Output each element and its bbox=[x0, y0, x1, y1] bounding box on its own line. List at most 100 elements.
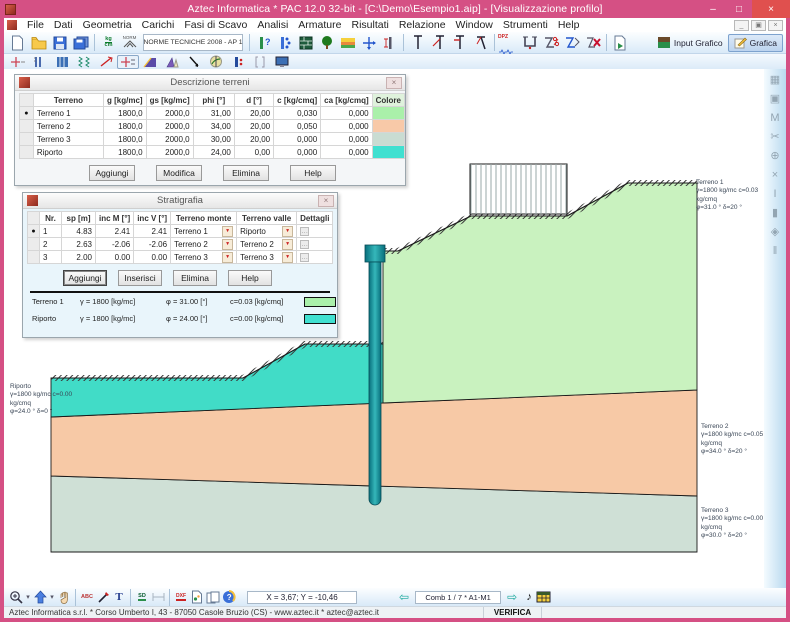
dettagli-button[interactable]: … bbox=[300, 253, 309, 262]
phase-percent-icon[interactable] bbox=[540, 33, 561, 52]
pile-query-icon[interactable]: ? bbox=[253, 33, 274, 52]
dpz-icon[interactable]: DPZ bbox=[498, 33, 519, 52]
row-selector[interactable]: ● bbox=[28, 225, 40, 238]
clamp-icon[interactable] bbox=[519, 33, 540, 52]
new-file-icon[interactable] bbox=[7, 33, 28, 52]
elimina-button[interactable]: Elimina bbox=[223, 165, 269, 181]
menu-help[interactable]: Help bbox=[553, 19, 585, 31]
pile-strut-icon[interactable] bbox=[449, 33, 470, 52]
pointer-dart-icon[interactable] bbox=[95, 590, 111, 604]
dimension-icon[interactable] bbox=[150, 590, 166, 604]
dropdown-icon[interactable]: ▼ bbox=[222, 252, 233, 263]
zoom-extents-icon[interactable] bbox=[32, 590, 48, 604]
print-preview-icon[interactable] bbox=[205, 590, 221, 604]
material-icon[interactable]: M bbox=[770, 113, 779, 124]
section-view-icon[interactable] bbox=[117, 55, 139, 69]
abc-check-icon[interactable]: ABC bbox=[79, 590, 95, 604]
menu-file[interactable]: File bbox=[22, 19, 49, 31]
dialog-close-icon[interactable]: × bbox=[318, 195, 334, 207]
dropdown-icon[interactable]: ▼ bbox=[282, 226, 293, 237]
pile-view-icon[interactable] bbox=[29, 55, 51, 69]
screen-icon[interactable] bbox=[271, 55, 293, 69]
help-button[interactable]: Help bbox=[228, 270, 272, 286]
slope-icon[interactable] bbox=[139, 55, 161, 69]
menu-carichi[interactable]: Carichi bbox=[137, 19, 180, 31]
menu-fasi-di-scavo[interactable]: Fasi di Scavo bbox=[179, 19, 252, 31]
note-icon[interactable]: ♪ bbox=[523, 590, 535, 604]
sd-icon[interactable]: SD bbox=[134, 590, 150, 604]
save-all-icon[interactable] bbox=[70, 33, 91, 52]
dropdown-icon[interactable]: ▼ bbox=[222, 239, 233, 250]
table-icon[interactable] bbox=[535, 590, 551, 604]
save-icon[interactable] bbox=[49, 33, 70, 52]
menu-armature[interactable]: Armature bbox=[293, 19, 346, 31]
aggiungi-button[interactable]: Aggiungi bbox=[89, 165, 135, 181]
menu-geometria[interactable]: Geometria bbox=[78, 19, 137, 31]
units-kgcm-icon[interactable]: kgcm bbox=[98, 33, 119, 52]
dettagli-button[interactable]: … bbox=[300, 240, 309, 249]
menu-analisi[interactable]: Analisi bbox=[252, 19, 293, 31]
pressure-icon[interactable] bbox=[227, 55, 249, 69]
table-row[interactable]: 2 2.63 -2.06 -2.06 Terreno 2▼ Terreno 2▼… bbox=[28, 238, 333, 251]
wall-view-icon[interactable] bbox=[51, 55, 73, 69]
menu-relazione[interactable]: Relazione bbox=[394, 19, 451, 31]
profile-view-icon[interactable] bbox=[7, 55, 29, 69]
dxf-export-icon[interactable]: DXF bbox=[173, 590, 189, 604]
dettagli-button[interactable]: … bbox=[300, 227, 309, 236]
springs-icon[interactable] bbox=[73, 55, 95, 69]
pile-inclined-icon[interactable] bbox=[470, 33, 491, 52]
menu-dati[interactable]: Dati bbox=[49, 19, 78, 31]
mdi-minimize-button[interactable]: _ bbox=[734, 20, 749, 31]
inserisci-button[interactable]: Inserisci bbox=[118, 270, 162, 286]
dropdown-icon[interactable]: ▼ bbox=[222, 226, 233, 237]
minimize-button[interactable]: – bbox=[700, 0, 726, 18]
image-export-icon[interactable] bbox=[189, 590, 205, 604]
table-row[interactable]: 3 2.00 0.00 0.00 Terreno 3▼ Terreno 3▼ … bbox=[28, 251, 333, 264]
table-row[interactable]: Terreno 3 1800,0 2000,0 30,00 20,00 0,00… bbox=[20, 133, 405, 146]
pan-hand-icon[interactable] bbox=[56, 590, 72, 604]
row-selector[interactable] bbox=[28, 238, 40, 251]
aggiungi-button[interactable]: Aggiungi bbox=[63, 270, 107, 286]
pile-dimension-icon[interactable] bbox=[379, 33, 400, 52]
globe-icon[interactable]: ⊕ bbox=[770, 151, 779, 162]
wall-icon[interactable] bbox=[295, 33, 316, 52]
table-row[interactable]: ● 1 4.83 2.41 2.41 Terreno 1▼ Riporto▼ … bbox=[28, 225, 333, 238]
delete-icon[interactable]: × bbox=[772, 170, 778, 181]
pile-nodes-icon[interactable] bbox=[274, 33, 295, 52]
vector-icon[interactable] bbox=[183, 55, 205, 69]
norm-selector[interactable]: NORME TECNICHE 2008 - AP 1 bbox=[143, 34, 243, 51]
mdi-restore-button[interactable]: ▣ bbox=[751, 20, 766, 31]
image-icon[interactable]: ▣ bbox=[770, 94, 780, 105]
modifica-button[interactable]: Modifica bbox=[156, 165, 202, 181]
input-grafico-button[interactable]: Input Grafico bbox=[652, 34, 728, 52]
text-cursor-icon[interactable]: I bbox=[773, 189, 776, 200]
mdi-close-button[interactable]: × bbox=[768, 20, 783, 31]
table-row[interactable]: ● Terreno 1 1800,0 2000,0 31,00 20,00 0,… bbox=[20, 107, 405, 120]
dialog-close-icon[interactable]: × bbox=[386, 77, 402, 89]
pause-icon[interactable]: ‖ bbox=[773, 246, 778, 257]
grid-icon[interactable]: ▦ bbox=[770, 75, 780, 86]
next-combination-button[interactable]: ⇨ bbox=[507, 591, 517, 603]
maximize-button[interactable]: □ bbox=[726, 0, 752, 18]
dropdown-icon[interactable]: ▼ bbox=[282, 239, 293, 250]
normative-icon[interactable]: NORM bbox=[119, 33, 140, 52]
tree-icon[interactable] bbox=[316, 33, 337, 52]
anchor-view-icon[interactable] bbox=[95, 55, 117, 69]
row-selector[interactable]: ● bbox=[20, 107, 34, 120]
table-row[interactable]: Terreno 2 1800,0 2000,0 34,00 20,00 0,05… bbox=[20, 120, 405, 133]
grafica-button[interactable]: Grafica bbox=[728, 34, 783, 52]
prev-combination-button[interactable]: ⇦ bbox=[399, 591, 409, 603]
dialog-title-bar[interactable]: Descrizione terreni × bbox=[15, 75, 405, 91]
menu-window[interactable]: Window bbox=[451, 19, 498, 31]
help-button[interactable]: Help bbox=[290, 165, 336, 181]
pile-anchor-icon[interactable] bbox=[428, 33, 449, 52]
dialog-title-bar[interactable]: Stratigrafia × bbox=[23, 193, 337, 209]
phase-edit-icon[interactable] bbox=[561, 33, 582, 52]
row-selector[interactable] bbox=[28, 251, 40, 264]
combination-display[interactable]: Comb 1 / 7 * A1-M1 bbox=[415, 591, 501, 604]
axes-icon[interactable] bbox=[358, 33, 379, 52]
close-button[interactable]: × bbox=[752, 0, 790, 18]
elimina-button[interactable]: Elimina bbox=[173, 270, 217, 286]
zoom-in-icon[interactable] bbox=[8, 590, 24, 604]
row-selector[interactable] bbox=[20, 133, 34, 146]
